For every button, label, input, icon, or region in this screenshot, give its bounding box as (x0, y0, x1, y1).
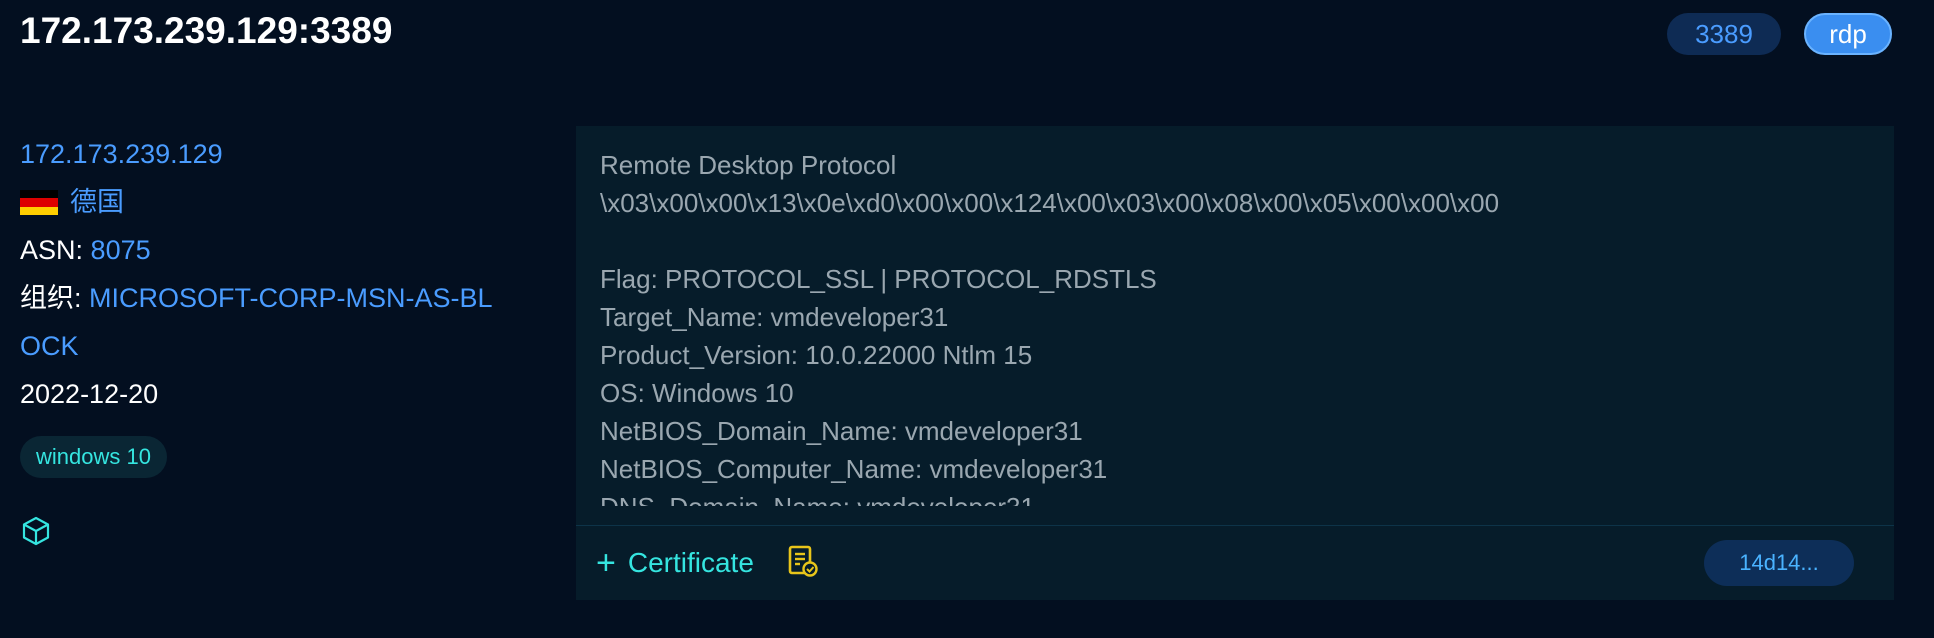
banner-line: \x03\x00\x00\x13\x0e\xd0\x00\x00\x124\x0… (600, 188, 1500, 218)
org-link-continued[interactable]: OCK (20, 331, 79, 361)
banner-line: NetBIOS_Domain_Name: vmdeveloper31 (600, 416, 1083, 446)
protocol-badge[interactable]: rdp (1804, 13, 1892, 55)
page-title: 172.173.239.129:3389 (20, 10, 393, 51)
org-row: 组织: MICROSOFT-CORP-MSN-AS-BL OCK (20, 274, 540, 370)
certificate-doc-icon[interactable] (786, 544, 822, 580)
banner-line: Product_Version: 10.0.22000 Ntlm 15 (600, 340, 1033, 370)
certificate-label: Certificate (627, 547, 754, 578)
banner-line: Remote Desktop Protocol (600, 150, 897, 180)
plus-icon: + (596, 544, 616, 582)
cube-icon[interactable] (20, 515, 52, 547)
date-row: 2022-12-20 (20, 370, 540, 418)
service-banner: Remote Desktop Protocol \x03\x00\x00\x13\… (600, 146, 1860, 506)
panel-footer: + Certificate 14d14... (576, 526, 1894, 600)
country-row: 德国 (20, 178, 540, 226)
asn-link[interactable]: 8075 (91, 235, 151, 265)
germany-flag-icon (20, 190, 58, 215)
banner-line (600, 222, 1860, 260)
port-badge[interactable]: 3389 (1667, 13, 1781, 55)
org-label: 组织: (20, 283, 82, 313)
asn-row: ASN: 8075 (20, 226, 540, 274)
certificate-hash-button[interactable]: 14d14... (1704, 540, 1854, 586)
banner-line: Target_Name: vmdeveloper31 (600, 302, 949, 332)
banner-line: Flag: PROTOCOL_SSL | PROTOCOL_RDSTLS (600, 264, 1157, 294)
ip-link[interactable]: 172.173.239.129 (20, 139, 223, 169)
last-seen-date: 2022-12-20 (20, 379, 159, 409)
host-detail-page: 172.173.239.129:3389 3389 rdp 172.173.23… (0, 0, 1934, 638)
banner-line: NetBIOS_Computer_Name: vmdeveloper31 (600, 454, 1108, 484)
banner-panel: Remote Desktop Protocol \x03\x00\x00\x13\… (576, 126, 1894, 600)
asn-label: ASN: (20, 235, 84, 265)
host-info: 172.173.239.129 德国 ASN: 8075 组织: MICROSO… (20, 130, 540, 479)
org-link[interactable]: MICROSOFT-CORP-MSN-AS-BL (89, 283, 493, 313)
os-tag[interactable]: windows 10 (20, 436, 167, 478)
ip-row: 172.173.239.129 (20, 130, 540, 178)
banner-line: OS: Windows 10 (600, 378, 794, 408)
certificate-toggle-button[interactable]: + Certificate (596, 544, 754, 582)
banner-line: DNS_Domain_Name: vmdeveloper31 (600, 488, 1860, 506)
country-link[interactable]: 德国 (70, 187, 124, 217)
